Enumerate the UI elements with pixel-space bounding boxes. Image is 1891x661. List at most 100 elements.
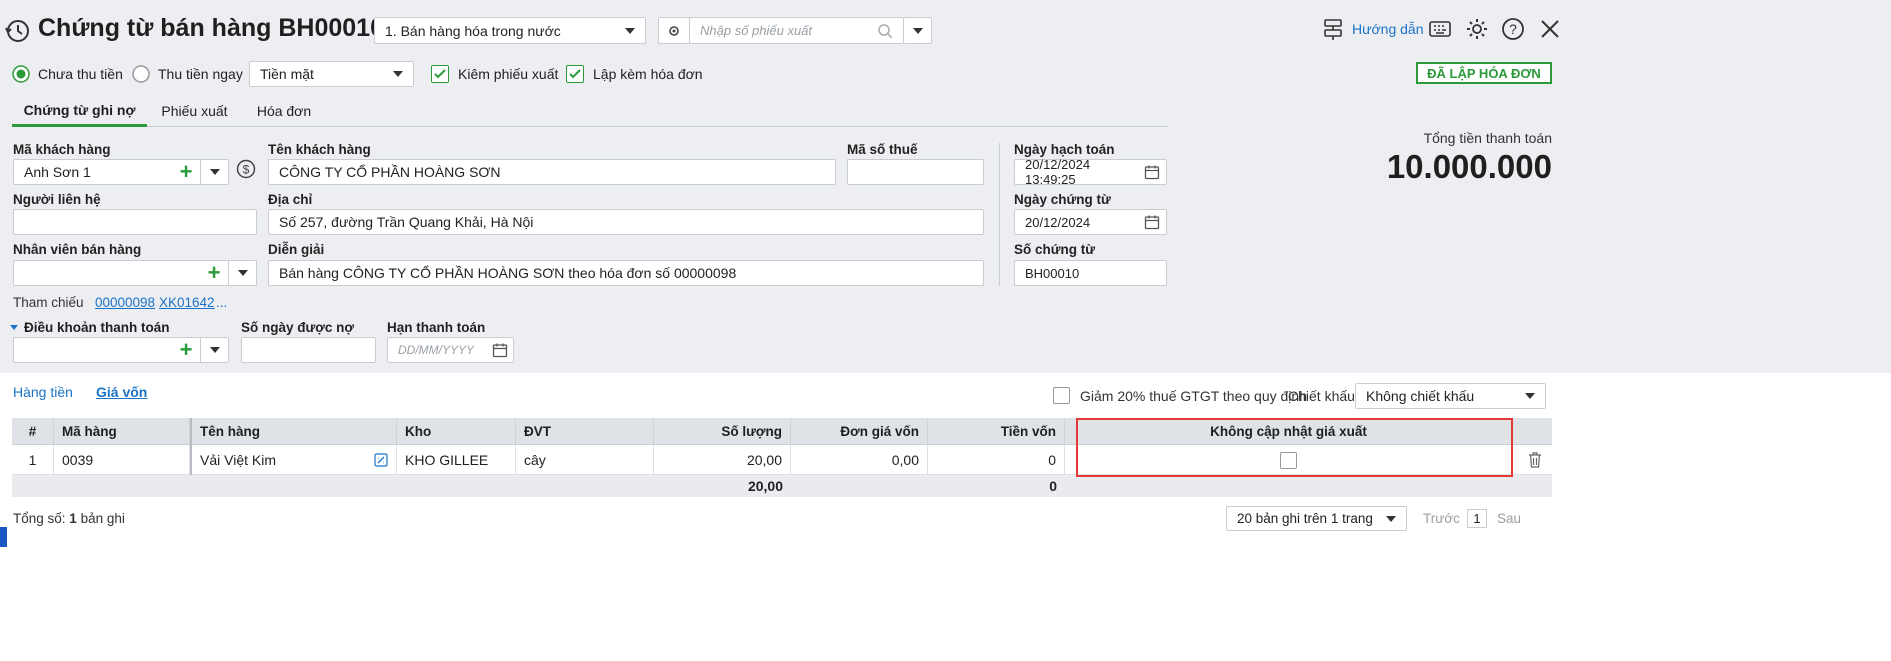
voucher-type-select[interactable]: 1. Bán hàng hóa trong nước (374, 17, 646, 44)
radio-checked-icon (12, 65, 30, 83)
close-icon[interactable] (1540, 19, 1560, 42)
tax-code-label: Mã số thuế (847, 142, 918, 157)
search-input[interactable]: Nhập số phiếu xuất (689, 17, 904, 44)
paid-radio[interactable]: Thu tiền ngay (132, 65, 243, 83)
due-date-label: Hạn thanh toán (387, 320, 486, 335)
svg-text:?: ? (1509, 21, 1517, 37)
current-page[interactable]: 1 (1467, 509, 1487, 528)
col-qty: Số lượng (654, 418, 791, 445)
add-staff-button[interactable]: + (200, 262, 228, 284)
staff-dropdown-button[interactable] (228, 261, 256, 285)
staff-label: Nhân viên bán hàng (13, 242, 142, 257)
description-field[interactable]: Bán hàng CÔNG TY CỔ PHẦN HOÀNG SƠN theo … (268, 260, 984, 286)
calendar-icon[interactable] (492, 342, 508, 358)
contact-label: Người liên hệ (13, 192, 101, 207)
staff-field[interactable]: + (13, 260, 257, 286)
page-title: Chứng từ bán hàng BH00010 (38, 14, 384, 42)
currency-icon[interactable]: $ (236, 159, 256, 182)
tab-bar: Chứng từ ghi nợ Phiếu xuất Hóa đơn (12, 95, 1168, 127)
keyboard-icon[interactable] (1428, 19, 1452, 42)
debt-days-label: Số ngày được nợ (241, 320, 354, 335)
description-value: Bán hàng CÔNG TY CỔ PHẦN HOÀNG SƠN theo … (279, 265, 737, 281)
search-settings-button[interactable] (658, 17, 690, 44)
row-unit-cost[interactable]: 0,00 (791, 445, 928, 475)
reference-more[interactable]: ... (216, 295, 227, 310)
payment-method-select[interactable]: Tiền mặt (249, 61, 414, 87)
row-name-cell[interactable]: Vải Việt Kim (190, 445, 397, 475)
tab-goods[interactable]: Hàng tiền (13, 384, 73, 400)
settings-icon[interactable] (1465, 17, 1489, 44)
accounting-date-value: 20/12/2024 13:49:25 (1025, 157, 1091, 187)
add-payment-term-button[interactable]: + (172, 339, 200, 361)
calendar-icon[interactable] (1144, 214, 1160, 230)
export-checkbox[interactable]: Kiêm phiếu xuất (431, 65, 558, 83)
row-qty[interactable]: 20,00 (654, 445, 791, 475)
discount-select[interactable]: Không chiết khấu (1355, 383, 1546, 409)
total-records-prefix: Tổng số: (13, 511, 66, 526)
row-cost[interactable]: 0 (928, 445, 1065, 475)
col-unit: ĐVT (516, 418, 654, 445)
tab-invoice[interactable]: Hóa đơn (244, 95, 324, 127)
customer-name-label: Tên khách hàng (268, 142, 371, 157)
help-label: Hướng dẫn (1352, 21, 1424, 37)
sum-qty: 20,00 (747, 478, 783, 494)
caret-down-icon (10, 325, 18, 330)
voucher-date-label: Ngày chứng từ (1014, 192, 1111, 207)
row-code[interactable]: 0039 (54, 445, 190, 475)
vat-reduce-checkbox[interactable]: Giảm 20% thuế GTGT theo quy định (1053, 387, 1307, 404)
voucher-date-field[interactable]: 20/12/2024 (1014, 209, 1167, 235)
voucher-type-value: 1. Bán hàng hóa trong nước (385, 22, 561, 39)
svg-text:$: $ (243, 163, 250, 177)
help-link[interactable]: Hướng dẫn (1322, 17, 1423, 41)
delete-row-icon[interactable] (1527, 451, 1543, 472)
highlight-box (1076, 418, 1513, 477)
address-field[interactable]: Số 257, đường Trần Quang Khải, Hà Nội (268, 209, 984, 235)
next-page-button[interactable]: Sau (1497, 511, 1521, 526)
help-icon[interactable]: ? (1501, 17, 1525, 44)
customer-name-value: CÔNG TY CỔ PHẦN HOÀNG SƠN (279, 164, 501, 180)
chevron-down-icon (1525, 393, 1535, 399)
gear-icon (669, 25, 679, 36)
history-icon[interactable] (4, 18, 30, 44)
invoice-checkbox[interactable]: Lập kèm hóa đơn (566, 65, 703, 83)
search-icon (878, 23, 893, 39)
row-unit[interactable]: cây (516, 445, 654, 475)
row-warehouse[interactable]: KHO GILLEE (397, 445, 516, 475)
customer-name-field[interactable]: CÔNG TY CỔ PHẦN HOÀNG SƠN (268, 159, 836, 185)
voucher-no-value: BH00010 (1025, 265, 1080, 281)
prev-page-button[interactable]: Trước (1423, 511, 1460, 526)
customer-code-field[interactable]: Anh Sơn 1 + (13, 159, 229, 185)
reference-link-2[interactable]: XK01642 (159, 295, 215, 310)
payment-terms-dropdown-button[interactable] (200, 338, 228, 362)
voucher-no-field[interactable]: BH00010 (1014, 260, 1167, 286)
payment-terms-field[interactable]: + (13, 337, 229, 363)
form-divider (999, 143, 1000, 286)
tab-export[interactable]: Phiếu xuất (152, 95, 237, 127)
payment-terms-toggle[interactable]: Điều khoản thanh toán (10, 320, 170, 335)
debt-days-field[interactable] (241, 337, 376, 363)
accounting-date-field[interactable]: 20/12/2024 13:49:25 (1014, 157, 1167, 187)
calendar-icon[interactable] (1144, 164, 1160, 180)
page-size-select[interactable]: 20 bản ghi trên 1 trang (1226, 506, 1407, 531)
tax-code-field[interactable] (847, 159, 984, 185)
due-date-placeholder: DD/MM/YYYY (398, 343, 475, 357)
add-customer-button[interactable]: + (172, 161, 200, 183)
discount-value: Không chiết khấu (1366, 388, 1475, 404)
product-lookup-icon[interactable] (374, 453, 388, 467)
due-date-field[interactable]: DD/MM/YYYY (387, 337, 514, 363)
invoice-label: Lập kèm hóa đơn (593, 66, 703, 82)
address-value: Số 257, đường Trần Quang Khải, Hà Nội (279, 214, 534, 230)
reference-link-1[interactable]: 00000098 (95, 295, 155, 310)
tab-cost[interactable]: Giá vốn (96, 384, 147, 400)
search-placeholder: Nhập số phiếu xuất (700, 23, 813, 38)
search-dropdown-button[interactable] (903, 17, 932, 44)
vat-reduce-label: Giảm 20% thuế GTGT theo quy định (1080, 387, 1307, 404)
tab-debit[interactable]: Chứng từ ghi nợ (12, 95, 147, 127)
total-records-count: 1 (69, 511, 77, 526)
contact-field[interactable] (13, 209, 257, 235)
chevron-down-icon (209, 347, 220, 353)
payment-method-value: Tiền mặt (260, 66, 314, 82)
customer-dropdown-button[interactable] (200, 160, 228, 184)
unpaid-radio[interactable]: Chưa thu tiền (12, 65, 123, 83)
col-unit-cost: Đơn giá vốn (791, 418, 928, 445)
